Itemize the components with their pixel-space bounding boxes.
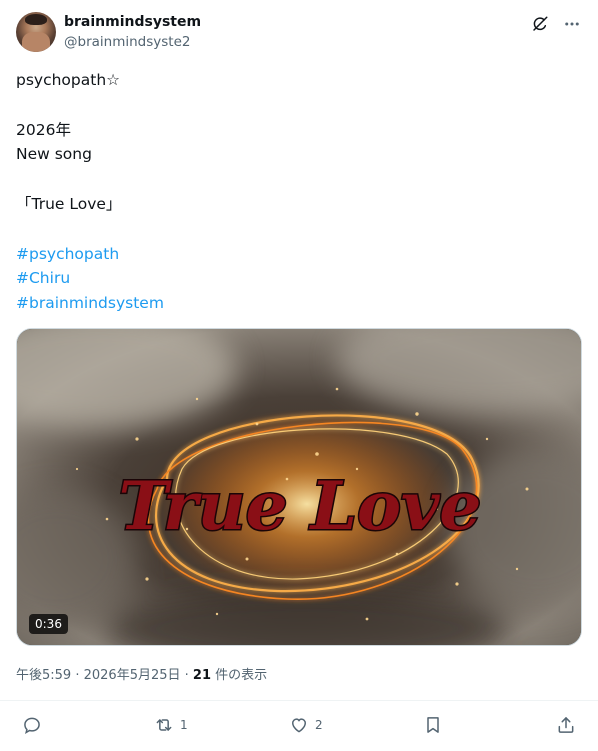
video-player[interactable]: True Love 0:36	[16, 328, 582, 646]
hashtag-link[interactable]: #Chiru	[16, 266, 576, 291]
avatar-torso	[22, 32, 50, 52]
video-thumbnail: True Love	[17, 329, 581, 645]
user-handle[interactable]: @brainmindsyste2	[64, 32, 201, 52]
hashtag-link[interactable]: #psychopath	[16, 242, 576, 267]
post-time[interactable]: 午後5:59	[16, 668, 71, 683]
avatar[interactable]	[16, 12, 56, 52]
repost-icon	[156, 719, 172, 731]
post-line: psychopath☆	[16, 71, 121, 89]
avatar-hair	[25, 14, 47, 25]
view-count[interactable]: 21	[193, 668, 211, 683]
post-line: 「True Love」	[16, 194, 122, 213]
view-label: 件の表示	[211, 668, 268, 683]
post-line-blank	[16, 167, 576, 192]
author-names: brainmindsystem @brainmindsyste2	[64, 13, 201, 52]
post-line-blank	[16, 93, 576, 118]
post-line-blank	[16, 217, 576, 242]
meta-separator: ·	[71, 668, 84, 683]
post-line: 2026年	[16, 120, 71, 139]
header-actions	[530, 12, 582, 36]
post-date[interactable]: 2026年5月25日	[84, 668, 181, 683]
reply-button[interactable]	[22, 715, 48, 735]
grok-icon[interactable]	[530, 14, 550, 34]
repost-button[interactable]: 1	[154, 715, 188, 735]
video-title-text: True Love	[119, 467, 482, 545]
share-button[interactable]	[556, 715, 576, 735]
like-count: 2	[315, 718, 323, 732]
more-options-icon[interactable]	[562, 14, 582, 34]
repost-count: 1	[180, 718, 188, 732]
like-button[interactable]: 2	[289, 715, 323, 735]
bookmark-button[interactable]	[423, 715, 443, 735]
post-text: psychopath☆ 2026年 New song 「True Love」 #…	[16, 68, 576, 316]
reply-icon	[24, 717, 40, 735]
heart-icon	[292, 718, 306, 733]
hashtag-link[interactable]: #brainmindsystem	[16, 291, 576, 316]
share-icon	[558, 717, 574, 733]
post-header: brainmindsystem @brainmindsyste2	[16, 12, 582, 54]
action-bar: 1 2	[0, 700, 598, 751]
post-line: New song	[16, 145, 92, 164]
bookmark-icon	[427, 717, 439, 733]
video-duration-badge: 0:36	[29, 614, 68, 634]
display-name[interactable]: brainmindsystem	[64, 13, 201, 32]
post-meta: 午後5:59 · 2026年5月25日 · 21 件の表示	[16, 664, 267, 683]
meta-separator: ·	[180, 668, 193, 683]
